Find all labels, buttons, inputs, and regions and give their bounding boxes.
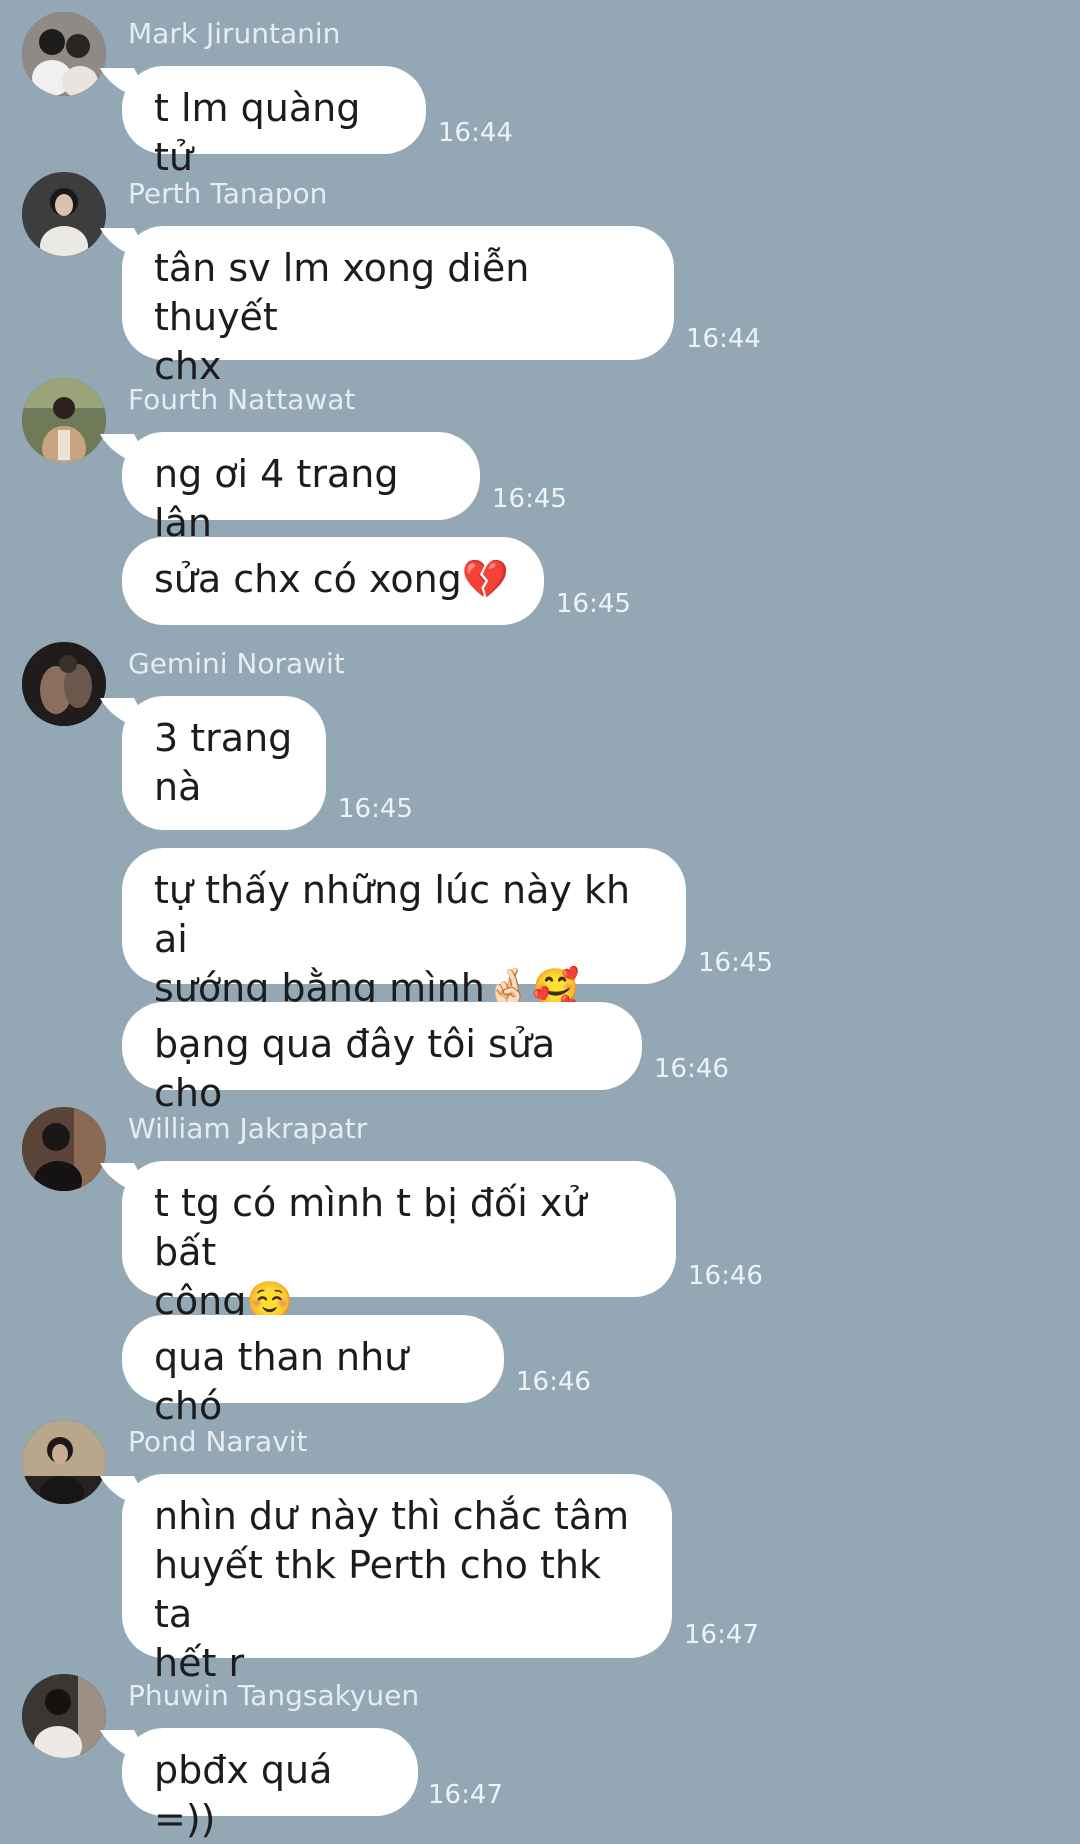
message-text: bạng qua đây tôi sửa cho [154, 1022, 556, 1115]
message-bubble[interactable]: qua than như chó [122, 1315, 504, 1428]
message-text: pbđx quá =)) [154, 1748, 333, 1841]
avatar-mark-icon [22, 12, 106, 96]
avatar-fourth-icon [22, 378, 106, 462]
message-timestamp: 16:46 [654, 1054, 729, 1084]
sender-name: Perth Tanapon [128, 177, 328, 210]
message-timestamp: 16:46 [688, 1261, 763, 1291]
message-timestamp: 16:44 [438, 118, 513, 148]
message-bubble[interactable]: ng ơi 4 trang lận [122, 432, 480, 545]
avatar[interactable] [22, 1107, 106, 1191]
sender-name: Phuwin Tangsakyuen [128, 1679, 420, 1712]
message-bubble[interactable]: t lm quàng tử [122, 66, 426, 179]
message-timestamp: 16:46 [516, 1367, 591, 1397]
message-bubble[interactable]: bạng qua đây tôi sửa cho [122, 1002, 642, 1115]
message-text: qua than như chó [154, 1335, 409, 1428]
avatar[interactable] [22, 1674, 106, 1758]
message-text: t tg có mình t bị đối xử bất công☺️ [154, 1181, 587, 1323]
message-timestamp: 16:44 [686, 324, 761, 354]
sender-name: Pond Naravit [128, 1425, 308, 1458]
message-bubble[interactable]: tự thấy những lúc này kh ai sướng bằng m… [122, 848, 686, 1010]
avatar[interactable] [22, 378, 106, 462]
avatar[interactable] [22, 12, 106, 96]
message-bubble[interactable]: sửa chx có xong💔 [122, 537, 544, 625]
avatar[interactable] [22, 172, 106, 256]
message-timestamp: 16:45 [492, 484, 567, 514]
message-text: sửa chx có xong💔 [154, 557, 510, 601]
chat-message-list[interactable]: Mark Jiruntanin t lm quàng tử 16:44 Pert… [0, 0, 1080, 1841]
message-text: tự thấy những lúc này kh ai sướng bằng m… [154, 868, 631, 1010]
sender-name: William Jakrapatr [128, 1112, 368, 1145]
message-text: 3 trang nà [154, 716, 293, 809]
message-bubble[interactable]: pbđx quá =)) [122, 1728, 418, 1841]
message-timestamp: 16:45 [698, 948, 773, 978]
message-timestamp: 16:47 [428, 1780, 503, 1810]
message-text: t lm quàng tử [154, 86, 361, 179]
message-timestamp: 16:45 [556, 589, 631, 619]
sender-name: Gemini Norawit [128, 647, 345, 680]
message-bubble[interactable]: 3 trang nà [122, 696, 326, 830]
message-timestamp: 16:45 [338, 794, 413, 824]
message-timestamp: 16:47 [684, 1620, 759, 1650]
message-text: ng ơi 4 trang lận [154, 452, 399, 545]
avatar[interactable] [22, 642, 106, 726]
sender-name: Mark Jiruntanin [128, 17, 341, 50]
avatar-gemini-icon [22, 642, 106, 726]
message-bubble[interactable]: tân sv lm xong diễn thuyết chx [122, 226, 674, 388]
avatar-perth-icon [22, 172, 106, 256]
message-bubble[interactable]: nhìn dư này thì chắc tâm huyết thk Perth… [122, 1474, 672, 1685]
avatar-pond-icon [22, 1420, 106, 1504]
message-text: nhìn dư này thì chắc tâm huyết thk Perth… [154, 1494, 630, 1685]
avatar-phuwin-icon [22, 1674, 106, 1758]
avatar[interactable] [22, 1420, 106, 1504]
message-bubble[interactable]: t tg có mình t bị đối xử bất công☺️ [122, 1161, 676, 1323]
message-text: tân sv lm xong diễn thuyết chx [154, 246, 530, 388]
avatar-william-icon [22, 1107, 106, 1191]
sender-name: Fourth Nattawat [128, 383, 356, 416]
